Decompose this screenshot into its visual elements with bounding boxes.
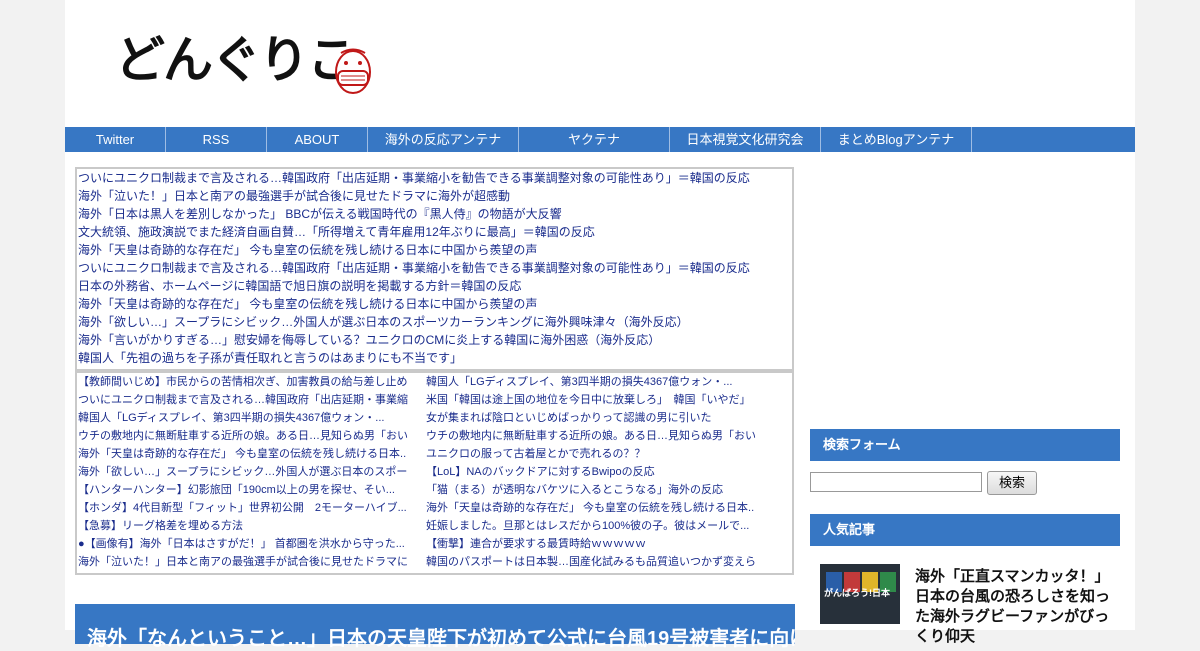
antenna-link[interactable]: 韓国人「LGディスプレイ、第3四半期の損失4367億ウォン・... [426,373,756,391]
antenna-link[interactable]: 文大統領、施政演説でまた経済自画自賛…「所得増えて青年雇用12年ぶりに最高」＝韓… [77,223,792,241]
antenna-column-left: 【教師間いじめ】市民からの苦情相次ぎ、加害教員の給与差し止め ついにユニクロ制裁… [78,373,408,571]
nav-overseas-antenna[interactable]: 海外の反応アンテナ [368,127,519,152]
antenna-box-main: ついにユニクロ制裁まで言及される…韓国政府「出店延期・事業縮小を勧告できる事業調… [75,167,794,371]
antenna-link[interactable]: 【衝撃】連合が要求する最賃時給ｗｗｗｗｗ [426,535,756,553]
popular-articles-heading: 人気記事 [810,514,1120,546]
site-header: どんぐりこ [65,0,1135,127]
antenna-link[interactable]: 韓国のパスポートは日本製…国産化試みるも品質追いつかず変えら [426,553,756,571]
search-button[interactable]: 検索 [987,471,1037,495]
antenna-link[interactable]: 海外「泣いた！」日本と南アの最強選手が試合後に見せたドラマに海外が超感動 [77,187,792,205]
antenna-link[interactable]: 海外「泣いた！」日本と南アの最強選手が試合後に見せたドラマに [78,553,408,571]
antenna-link[interactable]: 海外「天皇は奇跡的な存在だ」 今も皇室の伝統を残し続ける日本に中国から羨望の声 [77,295,792,313]
antenna-box-two-column: 【教師間いじめ】市民からの苦情相次ぎ、加害教員の給与差し止め ついにユニクロ制裁… [75,371,794,575]
antenna-link[interactable]: 日本の外務省、ホームページに韓国語で旭日旗の説明を掲載する方針＝韓国の反応 [77,277,792,295]
search-input[interactable] [810,472,982,492]
nav-matome-antenna[interactable]: まとめBlogアンテナ [821,127,972,152]
mascot-icon [335,48,371,94]
antenna-link[interactable]: ウチの敷地内に無断駐車する近所の娘。ある日…見知らぬ男「おい [426,427,756,445]
antenna-link[interactable]: ●【画像有】海外「日本はさすがだ！」 首都圏を洪水から守った... [78,535,408,553]
nav-yakutena[interactable]: ヤクテナ [519,127,670,152]
antenna-column-right: 韓国人「LGディスプレイ、第3四半期の損失4367億ウォン・... 米国「韓国は… [426,373,756,571]
nav-rss[interactable]: RSS [166,127,267,152]
article-title[interactable]: 海外「なんということ…」日本の天皇陛下が初めて公式に台風19号被害者に向けて弔意… [75,604,795,651]
nav-about[interactable]: ABOUT [267,127,368,152]
antenna-link[interactable]: 海外「言いがかりすぎる…」慰安婦を侮辱している？ユニクロのCMに炎上する韓国に海… [77,331,792,349]
antenna-link[interactable]: 海外「天皇は奇跡的な存在だ」 今も皇室の伝統を残し続ける日本に中国から羨望の声 [77,241,792,259]
antenna-link[interactable]: 妊娠しました。旦那とはレスだから100%彼の子。彼はメールで... [426,517,756,535]
antenna-link[interactable]: 【急募】リーグ格差を埋める方法 [78,517,408,535]
main-nav: Twitter RSS ABOUT 海外の反応アンテナ ヤクテナ 日本視覚文化研… [65,127,1135,152]
nav-visual-culture[interactable]: 日本視覚文化研究会 [670,127,821,152]
popular-article-thumbnail[interactable]: がんばろう!日本 [820,564,900,624]
antenna-link[interactable]: 海外「欲しい…」スープラにシビック…外国人が選ぶ日本のスポーツカーランキングに海… [77,313,792,331]
article-title-banner: 海外「なんということ…」日本の天皇陛下が初めて公式に台風19号被害者に向けて弔意… [75,604,795,650]
search-form-heading: 検索フォーム [810,429,1120,461]
antenna-link[interactable]: ついにユニクロ制裁まで言及される…韓国政府「出店延期・事業縮小を勧告できる事業調… [77,259,792,277]
antenna-list-main: ついにユニクロ制裁まで言及される…韓国政府「出店延期・事業縮小を勧告できる事業調… [77,169,792,367]
antenna-link[interactable]: 韓国人「先祖の過ちを子孫が責任取れと言うのはあまりにも不当です」 [77,349,792,367]
antenna-link[interactable]: 海外「日本は黒人を差別しなかった」 BBCが伝える戦国時代の『黒人侍』の物語が大… [77,205,792,223]
antenna-link[interactable]: 韓国人「LGディスプレイ、第3四半期の損失4367億ウォン・... [78,409,408,427]
antenna-link[interactable]: 【ハンターハンター】幻影旅団「190cm以上の男を探せ、そい... [78,481,408,499]
antenna-link[interactable]: 【ホンダ】4代目新型「フィット」世界初公開 2モーターハイブ... [78,499,408,517]
antenna-link[interactable]: 海外「欲しい…」スープラにシビック…外国人が選ぶ日本のスポー [78,463,408,481]
site-logo[interactable]: どんぐりこ [115,28,385,98]
antenna-link[interactable]: ユニクロの服って古着屋とかで売れるの？？ [426,445,756,463]
antenna-link[interactable]: 海外「天皇は奇跡的な存在だ」 今も皇室の伝統を残し続ける日本.. [426,499,756,517]
antenna-link[interactable]: 【LoL】NAのバックドアに対するBwipoの反応 [426,463,756,481]
antenna-link[interactable]: 米国「韓国は途上国の地位を今日中に放棄しろ」 韓国「いやだ」 [426,391,756,409]
antenna-link[interactable]: 【教師間いじめ】市民からの苦情相次ぎ、加害教員の給与差し止め [78,373,408,391]
antenna-link[interactable]: ついにユニクロ制裁まで言及される…韓国政府「出店延期・事業縮 [78,391,408,409]
antenna-link[interactable]: 女が集まれば陰口といじめばっかりって認識の男に引いた [426,409,756,427]
antenna-link[interactable]: ついにユニクロ制裁まで言及される…韓国政府「出店延期・事業縮小を勧告できる事業調… [77,169,792,187]
page: どんぐりこ Twitter RSS ABOUT 海外の反応アンテナ ヤクテナ 日… [65,0,1135,650]
antenna-link[interactable]: 「猫（まる）が透明なバケツに入るとこうなる」海外の反応 [426,481,756,499]
nav-twitter[interactable]: Twitter [65,127,166,152]
antenna-link[interactable]: 海外「天皇は奇跡的な存在だ」 今も皇室の伝統を残し続ける日本.. [78,445,408,463]
logo-text: どんぐりこ [115,30,357,89]
popular-article-title[interactable]: 海外「正直スマンカッタ！」日本の台風の恐ろしさを知った海外ラグビーファンがびっく… [915,567,1115,647]
antenna-link[interactable]: ウチの敷地内に無断駐車する近所の娘。ある日…見知らぬ男「おい [78,427,408,445]
thumb-caption: がんばろう!日本 [824,588,890,598]
